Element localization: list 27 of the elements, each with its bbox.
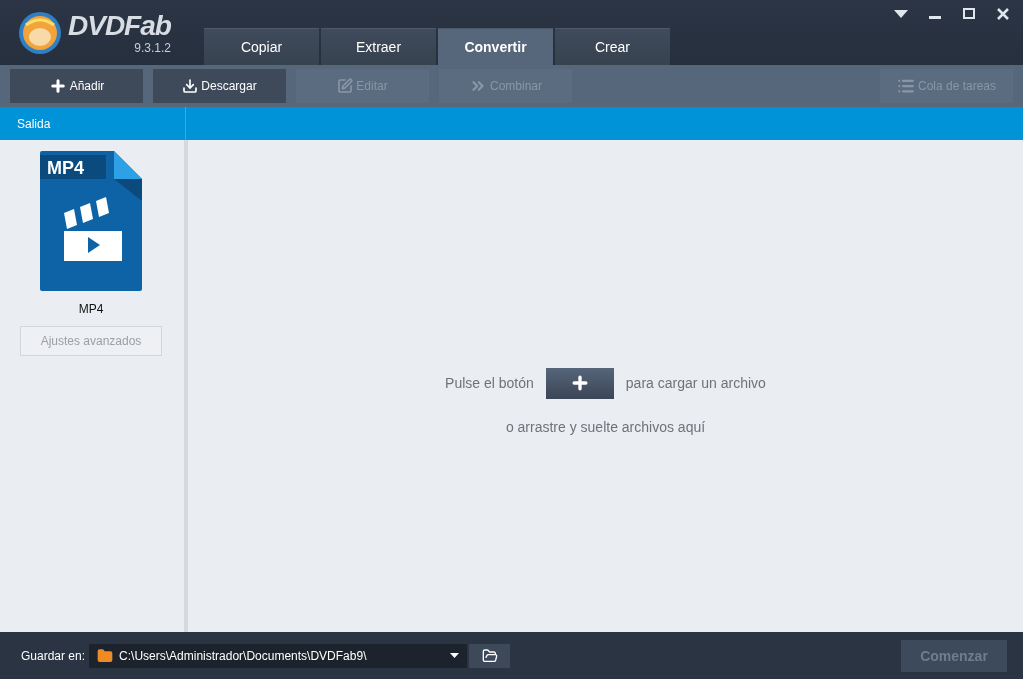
mode-tab[interactable]: Convertir — [438, 28, 553, 65]
mode-tab[interactable]: Extraer — [321, 28, 436, 65]
download-button[interactable]: Descargar — [153, 69, 286, 103]
close-icon[interactable] — [995, 6, 1011, 22]
hint-text: Pulse el botón — [445, 375, 534, 391]
save-to-label: Guardar en: — [21, 648, 86, 663]
profile-name: MP4 — [78, 302, 104, 316]
mp4-file-icon[interactable]: MP4 — [40, 151, 142, 291]
mode-tab[interactable]: Crear — [555, 28, 670, 65]
edit-icon — [337, 78, 354, 94]
version-label: 9.3.1.2 — [134, 40, 171, 55]
folder-icon — [97, 647, 114, 664]
app-logo-text: DVDFab — [68, 10, 171, 41]
output-path-dropdown[interactable]: C:\Users\Administrador\Documents\DVDFab9\ — [89, 643, 468, 668]
browse-folder-button[interactable] — [469, 643, 511, 668]
add-button[interactable]: Añadir — [10, 69, 143, 103]
hint-text: para cargar un archivo — [625, 375, 766, 391]
maximize-icon[interactable] — [961, 6, 977, 22]
folder-open-icon — [481, 647, 498, 664]
caret-icon — [450, 653, 460, 658]
download-icon — [182, 78, 199, 94]
add-file-button[interactable] — [545, 367, 614, 399]
output-header: Salida — [17, 116, 51, 131]
plus-icon — [48, 77, 67, 95]
mode-tab[interactable]: Copiar — [204, 28, 319, 65]
list-icon — [896, 77, 915, 95]
drag-drop-hint: o arrastre y suelte archivos aquí — [505, 418, 706, 435]
